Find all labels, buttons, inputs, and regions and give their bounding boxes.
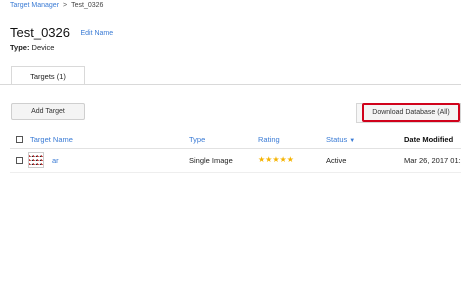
select-all-checkbox[interactable]	[16, 136, 23, 143]
breadcrumb: Target Manager > Test_0326	[10, 2, 103, 9]
target-type: Single Image	[189, 156, 233, 165]
table-row[interactable]: ar Single Image ★★★★★ Active Mar 26, 201…	[0, 152, 461, 168]
column-header-rating[interactable]: Rating	[258, 135, 280, 144]
target-date-modified: Mar 26, 2017 01:0	[404, 156, 461, 165]
page-title: Test_0326	[10, 25, 70, 40]
row-checkbox[interactable]	[16, 157, 23, 164]
breadcrumb-separator: >	[63, 2, 68, 9]
table-header: Target Name Type Rating Status ▼ Date Mod…	[0, 135, 461, 147]
breadcrumb-current: Test_0326	[71, 2, 104, 9]
type-value: Device	[31, 43, 55, 52]
column-header-status-label: Status	[326, 135, 348, 144]
download-database-button[interactable]: Download Database (All)	[362, 103, 460, 122]
tab-divider	[0, 84, 461, 85]
tab-targets[interactable]: Targets (1)	[11, 66, 85, 85]
database-type: Type: Device	[10, 43, 54, 52]
edit-name-link[interactable]: Edit Name	[80, 30, 113, 37]
row-divider	[10, 172, 461, 173]
add-target-button[interactable]: Add Target	[11, 103, 85, 120]
target-thumbnail	[28, 152, 44, 168]
target-status: Active	[326, 156, 347, 165]
type-label: Type:	[10, 43, 30, 52]
column-header-date-modified[interactable]: Date Modified	[404, 135, 453, 144]
title-row: Test_0326 Edit Name	[10, 24, 113, 42]
column-header-type[interactable]: Type	[189, 135, 205, 144]
chevron-down-icon: ▼	[349, 138, 356, 144]
rating-stars-icon: ★★★★★	[258, 155, 294, 164]
column-header-target-name[interactable]: Target Name	[30, 135, 73, 144]
breadcrumb-target-manager-link[interactable]: Target Manager	[10, 2, 59, 9]
target-name-link[interactable]: ar	[52, 156, 59, 165]
column-header-status[interactable]: Status ▼	[326, 135, 355, 144]
header-divider	[10, 148, 461, 149]
